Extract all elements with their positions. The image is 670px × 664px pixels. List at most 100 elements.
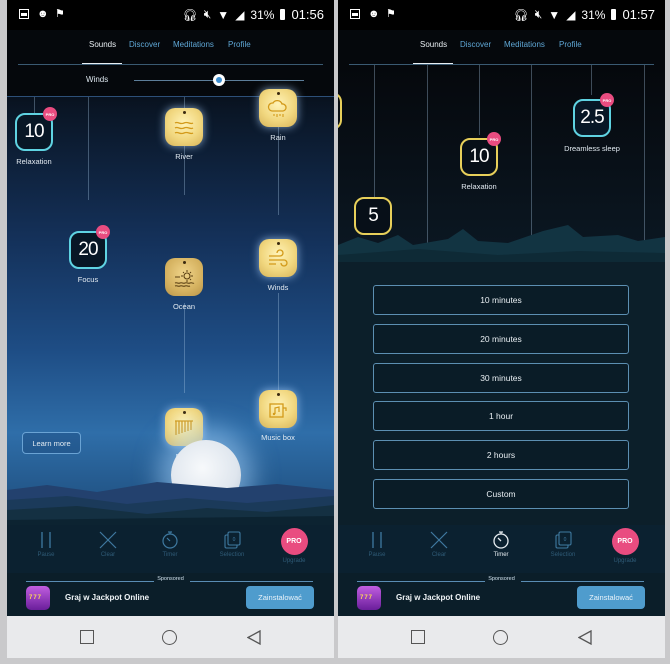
sound-tile-ocean[interactable] — [165, 258, 203, 296]
selection-button[interactable]: 0 Selection — [207, 531, 257, 558]
pro-badge: PRO — [43, 107, 57, 121]
tab-meditations[interactable]: Meditations — [504, 40, 545, 49]
main-tabs: Sounds Discover Meditations Profile — [338, 30, 665, 65]
pause-icon — [372, 532, 382, 548]
back-icon[interactable] — [578, 630, 592, 645]
program-value: 20 — [78, 239, 98, 260]
pause-button[interactable]: Pause — [21, 531, 71, 558]
hanging-string — [184, 303, 185, 393]
selection-count: 0 — [233, 537, 236, 543]
tab-discover[interactable]: Discover — [460, 40, 491, 49]
clear-button[interactable]: Clear — [414, 531, 464, 558]
sound-tile-winds[interactable] — [259, 239, 297, 277]
close-icon — [430, 531, 448, 549]
rain-cloud-icon — [267, 99, 287, 117]
toolbar-label: Selection — [550, 552, 576, 558]
selection-icon: 0 — [555, 531, 572, 549]
sound-tile-river[interactable] — [165, 108, 203, 146]
upgrade-button[interactable]: PRO Upgrade — [269, 528, 319, 564]
sponsored-label: Sponsored — [157, 576, 184, 582]
clear-button[interactable]: Clear — [83, 531, 133, 558]
program-label: Dreamless sleep — [564, 144, 620, 153]
status-bar: ☻ ⚑ 🎧︎ 🔇︎ ▼ ◢ 31% 01:57 — [338, 0, 665, 30]
hanging-string — [591, 65, 592, 95]
tab-discover[interactable]: Discover — [129, 40, 160, 49]
ad-app-icon[interactable] — [26, 586, 50, 610]
wifi-icon: ▼ — [217, 7, 230, 22]
sound-tile-rain[interactable] — [259, 89, 297, 127]
sound-label: Ocean — [172, 302, 196, 311]
ad-app-icon[interactable] — [357, 586, 381, 610]
sponsored-label: Sponsored — [488, 576, 515, 582]
phone-screen-timer: ☻ ⚑ 🎧︎ 🔇︎ ▼ ◢ 31% 01:57 Sounds Discover … — [338, 0, 665, 658]
sound-tile-music-box[interactable] — [259, 390, 297, 428]
hanging-string — [374, 65, 375, 200]
timer-button[interactable]: Timer — [476, 531, 526, 558]
wind-icon — [269, 249, 288, 267]
learn-more-button[interactable]: Learn more — [22, 432, 81, 454]
stopwatch-icon — [493, 531, 509, 549]
tab-profile[interactable]: Profile — [559, 40, 582, 49]
hanging-string — [278, 293, 279, 393]
signal-icon: ◢ — [566, 7, 576, 22]
toolbar-label: Upgrade — [613, 558, 637, 564]
timer-option-30-minutes[interactable]: 30 minutes — [373, 363, 629, 393]
timer-option-20-minutes[interactable]: 20 minutes — [373, 324, 629, 354]
bottom-toolbar: Pause Clear Timer 0 Selection PRO Upgrad… — [7, 525, 334, 573]
toolbar-label: Timer — [162, 552, 178, 558]
upgrade-button[interactable]: PRO Upgrade — [600, 528, 650, 564]
recents-icon[interactable] — [80, 630, 94, 644]
mute-icon: 🔇︎ — [534, 7, 543, 21]
clock: 01:57 — [622, 7, 655, 22]
tab-meditations[interactable]: Meditations — [173, 40, 214, 49]
sponsored-ad: Sponsored Graj w Jackpot Online Zainstal… — [338, 573, 665, 616]
ad-install-button[interactable]: Zainstalować — [577, 586, 645, 609]
waves-icon — [174, 121, 194, 135]
toolbar-label: Clear — [431, 552, 447, 558]
ad-title[interactable]: Graj w Jackpot Online — [65, 593, 149, 602]
toolbar-label: Pause — [368, 552, 386, 558]
toolbar-label: Selection — [219, 552, 245, 558]
sound-label: Music box — [261, 433, 295, 442]
timer-option-10-minutes[interactable]: 10 minutes — [373, 285, 629, 315]
music-box-icon — [269, 403, 287, 418]
pro-badge: PRO — [280, 528, 308, 555]
ad-install-button[interactable]: Zainstalować — [246, 586, 314, 609]
battery-icon — [280, 9, 286, 20]
program-value: 10 — [469, 146, 489, 167]
timer-button[interactable]: Timer — [145, 531, 195, 558]
tab-profile[interactable]: Profile — [228, 40, 251, 49]
pro-badge: PRO — [611, 528, 639, 555]
recents-icon[interactable] — [411, 630, 425, 644]
pause-icon — [41, 532, 51, 548]
pan-flute-icon — [175, 420, 193, 435]
tab-sounds[interactable]: Sounds — [420, 40, 447, 49]
back-icon[interactable] — [247, 630, 261, 645]
wifi-icon: ▼ — [548, 7, 561, 22]
ad-title[interactable]: Graj w Jackpot Online — [396, 593, 480, 602]
bottom-toolbar: Pause Clear Timer 0 Selection PRO Upgrad… — [338, 525, 665, 573]
sound-label: Winds — [267, 283, 289, 292]
selection-icon: 0 — [224, 531, 241, 549]
headphones-icon: 🎧︎ — [182, 7, 198, 22]
timer-option-1-hour[interactable]: 1 hour — [373, 401, 629, 431]
pro-badge: PRO — [487, 132, 501, 146]
pro-badge: PRO — [96, 225, 110, 239]
program-value: 10 — [24, 121, 44, 142]
timer-options-panel: 10 minutes 20 minutes 30 minutes 1 hour … — [338, 262, 665, 525]
signal-icon: ◢ — [235, 7, 245, 22]
grass-illustration — [338, 225, 665, 265]
main-tabs: Sounds Discover Meditations Profile — [7, 30, 334, 65]
timer-option-2-hours[interactable]: 2 hours — [373, 440, 629, 470]
battery-percent: 31% — [250, 7, 275, 22]
gallery-notification-icon — [350, 9, 360, 19]
timer-option-custom[interactable]: Custom — [373, 479, 629, 509]
selection-button[interactable]: 0 Selection — [538, 531, 588, 558]
hills-illustration — [7, 482, 334, 526]
home-icon[interactable] — [493, 630, 508, 645]
home-icon[interactable] — [162, 630, 177, 645]
tab-sounds[interactable]: Sounds — [89, 40, 116, 49]
gallery-notification-icon — [19, 9, 29, 19]
volume-slider-thumb[interactable] — [213, 74, 225, 86]
pause-button[interactable]: Pause — [352, 531, 402, 558]
